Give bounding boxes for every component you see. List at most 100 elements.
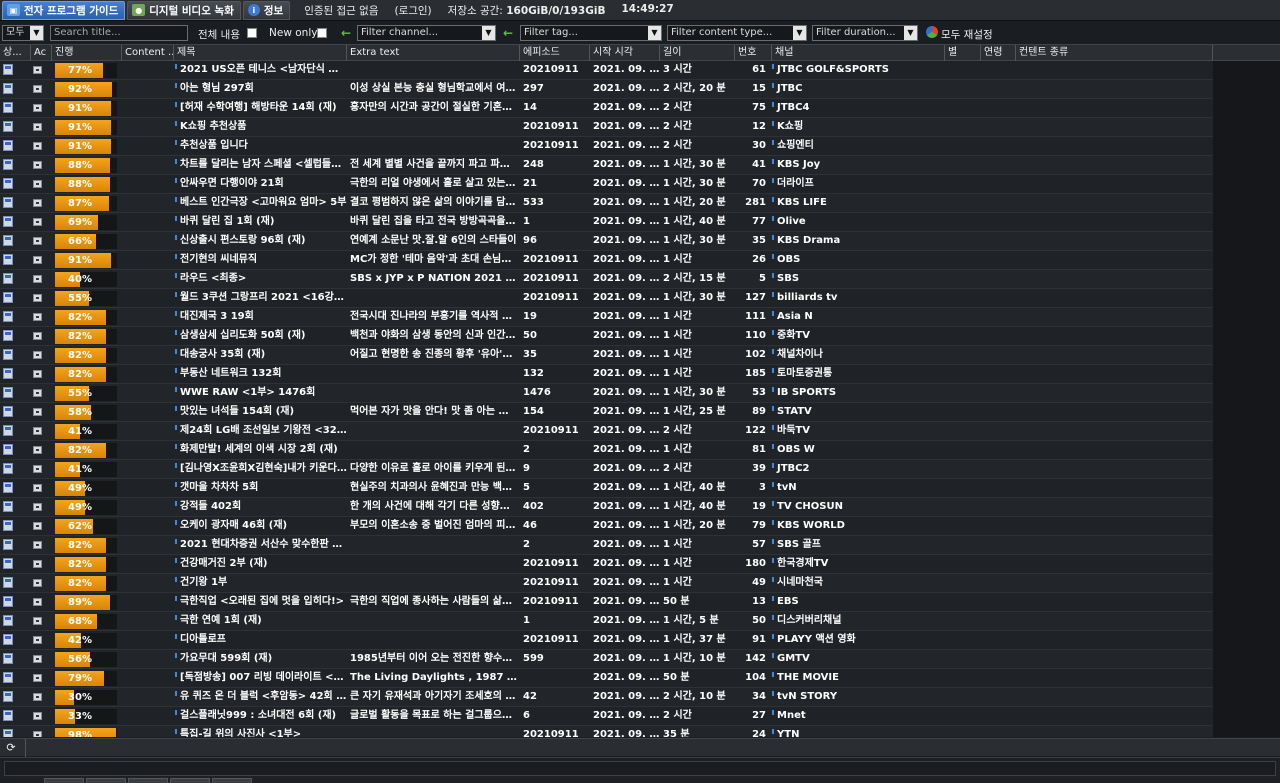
left-arrow-icon[interactable]: ← (503, 26, 513, 40)
status-icon[interactable] (3, 710, 13, 721)
status-icon[interactable] (3, 444, 13, 455)
action-icon[interactable] (33, 275, 42, 283)
action-icon[interactable] (33, 370, 42, 378)
status-icon[interactable] (3, 653, 13, 664)
status-icon[interactable] (3, 83, 13, 94)
status-icon[interactable] (3, 691, 13, 702)
status-icon[interactable] (3, 311, 13, 322)
reset-all-button[interactable]: 모두 재설정 (941, 27, 993, 42)
column-header-episode[interactable]: 에피소드 (520, 45, 590, 61)
action-icon[interactable] (33, 484, 42, 492)
status-icon[interactable] (3, 577, 13, 588)
table-row[interactable]: 89% 극한직업 <오래된 집에 멋을 입히다!> 극한의 직업에 종사하는 사람들… (0, 593, 1213, 612)
table-row[interactable]: 68% 극한 연예 1회 (재) 1 2021. 09. 11...1 시간, 5 분… (0, 612, 1213, 631)
action-icon[interactable] (33, 560, 42, 568)
bottom-tab[interactable] (86, 778, 126, 783)
table-row[interactable]: 30% 유 퀴즈 온 더 블럭 <후암동> 42회 (재) 큰 자기 유재석과 아기… (0, 688, 1213, 707)
tab-info[interactable]: i 정보 (242, 0, 291, 20)
status-icon[interactable] (3, 387, 13, 398)
status-icon[interactable] (3, 634, 13, 645)
action-icon[interactable] (33, 237, 42, 245)
status-icon[interactable] (3, 216, 13, 227)
action-icon[interactable] (33, 199, 42, 207)
table-row[interactable]: 98% 특집-길 위의 사진사 <1부> 20210911 2021. 09. 11.… (0, 726, 1213, 737)
table-row[interactable]: 49% 강적들 402회 한 개의 사건에 대해 각기 다른 성향의 패널들 402 2… (0, 498, 1213, 517)
action-icon[interactable] (33, 351, 42, 359)
new-only-checkbox[interactable] (317, 28, 327, 38)
table-row[interactable]: 91% 전기현의 씨네뮤직 MC가 정한 '테마 음악'과 초대 손님이 함께 202… (0, 251, 1213, 270)
status-icon[interactable] (3, 406, 13, 417)
status-icon[interactable] (3, 615, 13, 626)
status-icon[interactable] (3, 197, 13, 208)
action-icon[interactable] (33, 256, 42, 264)
column-header-status[interactable]: 상... (0, 45, 31, 61)
table-row[interactable]: 82% 대진제국 3 19회 전국시대 진나라의 부흥기를 역사적 사실에 19 202… (0, 308, 1213, 327)
content-type-filter-select[interactable]: Filter content type... ▼ (667, 25, 807, 41)
table-row[interactable]: 82% 대송궁사 35회 (재) 어질고 현명한 송 진종의 황후 '유아'의 일대… (0, 346, 1213, 365)
action-icon[interactable] (33, 541, 42, 549)
action-icon[interactable] (33, 104, 42, 112)
action-icon[interactable] (33, 731, 42, 737)
status-icon[interactable] (3, 482, 13, 493)
refresh-icon[interactable]: ⟳ (5, 742, 17, 754)
table-row[interactable]: 91% [허재 수학여행] 해방타운 14회 (재) 홍자만의 시간과 공간이 절실… (0, 99, 1213, 118)
table-row[interactable]: 82% 건기왕 1부 20210911 2021. 09. 11...1 시간 49 시네… (0, 574, 1213, 593)
column-header-start-time[interactable]: 시작 시각 (590, 45, 660, 61)
status-icon[interactable] (3, 64, 13, 75)
column-header-extra-text[interactable]: Extra text (347, 45, 520, 61)
login-link[interactable]: (로그인) (394, 3, 431, 18)
status-icon[interactable] (3, 520, 13, 531)
action-icon[interactable] (33, 522, 42, 530)
table-row[interactable]: 82% 2021 현대차증권 서산수 맞수한판 2회 2 2021. 09. 11..… (0, 536, 1213, 555)
column-header-content-type[interactable]: 컨텐트 종류 (1016, 45, 1213, 61)
action-icon[interactable] (33, 712, 42, 720)
action-icon[interactable] (33, 180, 42, 188)
status-icon[interactable] (3, 463, 13, 474)
bottom-tab[interactable] (128, 778, 168, 783)
column-header-title[interactable]: 제목 (174, 45, 347, 61)
status-icon[interactable] (3, 254, 13, 265)
action-icon[interactable] (33, 598, 42, 606)
table-row[interactable]: 91% 추천상품 입니다 20210911 2021. 09. 11...2 시간 30… (0, 137, 1213, 156)
all-content-checkbox[interactable] (247, 28, 257, 38)
table-row[interactable]: 79% [독점방송] 007 리빙 데이라이트 <3부> The Living Da… (0, 669, 1213, 688)
column-header-star[interactable]: 별 (945, 45, 981, 61)
table-row[interactable]: 42% 디아틀로프 20210911 2021. 09. 11...1 시간, 37 … (0, 631, 1213, 650)
table-row[interactable]: 91% K쇼핑 추천상품 20210911 2021. 09. 11...2 시간 12… (0, 118, 1213, 137)
table-row[interactable]: 56% 가요무대 599회 (재) 1985년부터 이어 오는 전진한 향수를 자극… (0, 650, 1213, 669)
status-icon[interactable] (3, 596, 13, 607)
reset-icon[interactable] (926, 26, 938, 38)
table-row[interactable]: 41% 제24회 LG배 조선일보 기왕전 <32강> 20210911 2021. … (0, 422, 1213, 441)
status-icon[interactable] (3, 159, 13, 170)
status-icon[interactable] (3, 140, 13, 151)
column-header-number[interactable]: 번호 (735, 45, 772, 61)
table-row[interactable]: 92% 아는 형님 297회 이성 상실 본능 충실 형님학교에서 여름방학 297 2… (0, 80, 1213, 99)
left-arrow-icon[interactable]: ← (341, 26, 351, 40)
table-row[interactable]: 40% 라우드 <최종> SBS x JYP x P NATION 2021 WOR… (0, 270, 1213, 289)
table-row[interactable]: 69% 바퀴 달린 집 1회 (재) 바퀴 달린 집을 타고 전국 방방곡곡을 누빈… (0, 213, 1213, 232)
action-icon[interactable] (33, 446, 42, 454)
status-icon[interactable] (3, 121, 13, 132)
column-header-progress[interactable]: 진행 (52, 45, 122, 61)
table-row[interactable]: 88% 안싸우면 다행이야 21회 극한의 리얼 야생에서 홀로 살고 있는 자연인… (0, 175, 1213, 194)
status-icon[interactable] (3, 368, 13, 379)
table-row[interactable]: 82% 건강매거진 2부 (재) 20210911 2021. 09. 11...1 … (0, 555, 1213, 574)
table-row[interactable]: 58% 맛있는 녀석들 154회 (재) 먹어본 자가 맛을 안다! 맛 좀 아는 … (0, 403, 1213, 422)
search-title-input[interactable]: Search title... (50, 25, 188, 41)
table-row[interactable]: 82% 삼생삼세 십리도화 50회 (재) 백천과 야화의 삼생 동안의 신과 인간… (0, 327, 1213, 346)
table-row[interactable]: 41% [김나영X조윤희X김현숙]내가 키운다 9회 다양한 이유로 홀로 아이를 … (0, 460, 1213, 479)
action-icon[interactable] (33, 674, 42, 682)
scope-select[interactable]: 모두 ▼ (2, 25, 44, 41)
table-row[interactable]: 82% 부동산 네트워크 132회 132 2021. 09. 11...1 시간 18… (0, 365, 1213, 384)
status-icon[interactable] (3, 349, 13, 360)
action-icon[interactable] (33, 408, 42, 416)
status-icon[interactable] (3, 558, 13, 569)
action-icon[interactable] (33, 66, 42, 74)
action-icon[interactable] (33, 465, 42, 473)
status-icon[interactable] (3, 235, 13, 246)
action-icon[interactable] (33, 123, 42, 131)
action-icon[interactable] (33, 332, 42, 340)
channel-filter-select[interactable]: Filter channel... ▼ (357, 25, 496, 41)
action-icon[interactable] (33, 389, 42, 397)
bottom-tab[interactable] (170, 778, 210, 783)
